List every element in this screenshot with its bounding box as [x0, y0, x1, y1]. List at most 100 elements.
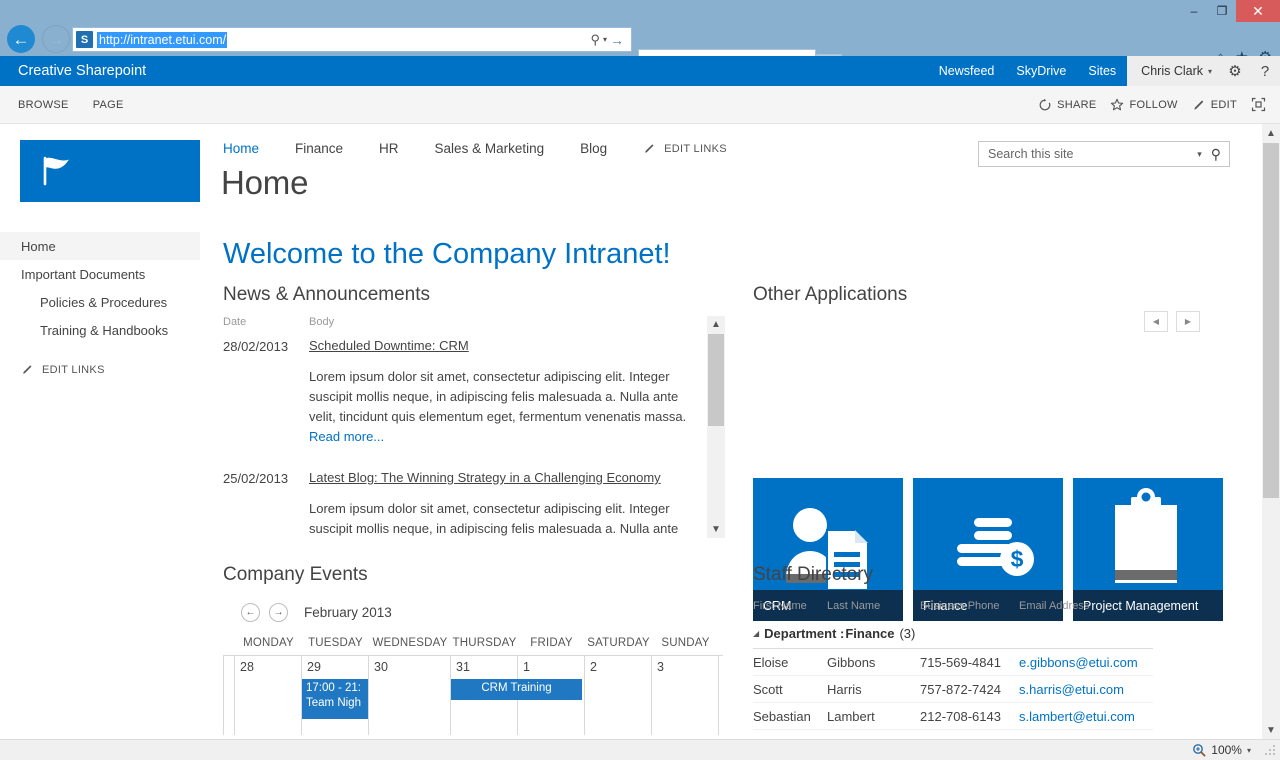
- other-applications-title: Other Applications: [753, 284, 1233, 306]
- zoom-indicator[interactable]: 100% ▾: [1192, 743, 1263, 757]
- table-row[interactable]: Sebastian Lambert 212-708-6143 s.lambert…: [753, 703, 1153, 730]
- forward-button[interactable]: →: [42, 25, 70, 53]
- calendar-cell[interactable]: 2: [585, 656, 652, 735]
- topnav-item-finance[interactable]: Finance: [295, 141, 343, 156]
- topnav-item-hr[interactable]: HR: [379, 141, 399, 156]
- suite-link-sites[interactable]: Sites: [1077, 56, 1127, 86]
- restore-button[interactable]: ❐: [1208, 0, 1236, 22]
- sidebar-item-important-documents[interactable]: Important Documents: [0, 260, 200, 288]
- suite-brand[interactable]: Creative Sharepoint: [0, 63, 146, 79]
- calendar-cell[interactable]: 29 17:00 - 21: Team Nigh: [302, 656, 369, 735]
- staff-email[interactable]: s.harris@etui.com: [1019, 682, 1153, 697]
- follow-button[interactable]: FOLLOW: [1110, 98, 1177, 112]
- news-item-headline[interactable]: Scheduled Downtime: CRM: [309, 338, 469, 353]
- ribbon-tab-page[interactable]: PAGE: [81, 99, 136, 111]
- other-applications-nav: ◀ ▶: [1144, 311, 1200, 332]
- calendar-day-header: WEDNESDAY: [369, 637, 451, 655]
- sidebar-item-home[interactable]: Home: [0, 232, 200, 260]
- suite-link-skydrive[interactable]: SkyDrive: [1005, 56, 1077, 86]
- calendar-event-time: 17:00 - 21:: [306, 681, 364, 696]
- staff-col-email-address[interactable]: Email Address: [1019, 600, 1153, 612]
- search-icon[interactable]: ⚲: [590, 32, 600, 48]
- calendar-cell[interactable]: 30: [369, 656, 451, 735]
- staff-col-business-phone[interactable]: Business Phone: [920, 600, 1019, 612]
- news-scroll-thumb[interactable]: [708, 334, 724, 426]
- staff-first-name: Scott: [753, 682, 827, 697]
- carousel-prev-button[interactable]: ◀: [1144, 311, 1168, 332]
- topnav-item-sales-marketing[interactable]: Sales & Marketing: [435, 141, 545, 156]
- search-input[interactable]: Search this site ▾ ⚲: [978, 141, 1230, 167]
- news-item-date: 28/02/2013: [223, 338, 309, 447]
- calendar-cell[interactable]: 1: [518, 656, 585, 735]
- calendar-day-number: 30: [374, 660, 450, 674]
- edit-button[interactable]: EDIT: [1192, 98, 1237, 112]
- calendar-cell[interactable]: 31 CRM Training: [451, 656, 518, 735]
- scroll-down-icon[interactable]: ▼: [707, 521, 725, 538]
- suite-links: Newsfeed SkyDrive Sites Chris Clark ▾ ⚙ …: [928, 56, 1280, 86]
- sidebar-item-policies-procedures[interactable]: Policies & Procedures: [0, 288, 200, 316]
- topnav-item-home[interactable]: Home: [223, 141, 259, 156]
- calendar-day-number: 29: [307, 660, 368, 674]
- calendar-cell[interactable]: 28: [235, 656, 302, 735]
- staff-directory-webpart: Staff Directory First Name Last Name Bus…: [753, 564, 1233, 730]
- follow-label: FOLLOW: [1129, 99, 1177, 111]
- staff-col-first-name[interactable]: First Name: [753, 600, 827, 612]
- sidebar-item-training-handbooks[interactable]: Training & Handbooks: [0, 316, 200, 344]
- staff-phone: 757-872-7424: [920, 682, 1019, 697]
- staff-group-count: (3): [899, 626, 915, 641]
- focus-on-content-button[interactable]: [1251, 97, 1266, 112]
- topnav-item-blog[interactable]: Blog: [580, 141, 607, 156]
- news-item-headline[interactable]: Latest Blog: The Winning Strategy in a C…: [309, 470, 661, 485]
- user-menu[interactable]: Chris Clark ▾: [1127, 56, 1220, 86]
- page-body: Home Important Documents Policies & Proc…: [0, 124, 1262, 739]
- news-column-headers: Date Body: [223, 316, 725, 338]
- search-icon[interactable]: ⚲: [1211, 146, 1229, 163]
- page-scroll-thumb[interactable]: [1263, 143, 1279, 498]
- calendar-event[interactable]: 17:00 - 21: Team Nigh: [302, 679, 368, 719]
- calendar-day-header: SATURDAY: [585, 637, 652, 655]
- site-logo[interactable]: [20, 140, 200, 202]
- go-arrow-icon[interactable]: →: [610, 32, 624, 48]
- scroll-up-icon[interactable]: ▲: [707, 316, 725, 333]
- back-button[interactable]: ←: [7, 25, 35, 53]
- calendar-day-number: 3: [657, 660, 718, 674]
- news-scrollbar[interactable]: ▲ ▼: [707, 316, 725, 538]
- calendar-cell[interactable]: 3: [652, 656, 719, 735]
- chevron-down-icon[interactable]: ▾: [1197, 149, 1211, 160]
- sidebar-edit-links[interactable]: EDIT LINKS: [0, 363, 200, 376]
- suite-link-newsfeed[interactable]: Newsfeed: [928, 56, 1006, 86]
- settings-gear-icon[interactable]: ⚙: [1220, 56, 1250, 86]
- calendar-day-number: 31: [456, 660, 517, 674]
- carousel-next-button[interactable]: ▶: [1176, 311, 1200, 332]
- staff-email[interactable]: s.lambert@etui.com: [1019, 709, 1153, 724]
- table-row[interactable]: Scott Harris 757-872-7424 s.harris@etui.…: [753, 676, 1153, 703]
- zoom-level: 100%: [1211, 743, 1242, 757]
- chevron-down-icon[interactable]: ▾: [1247, 746, 1251, 755]
- news-col-body: Body: [309, 316, 334, 328]
- scroll-up-icon[interactable]: ▲: [1262, 124, 1280, 142]
- forward-arrow-icon: →: [48, 31, 65, 48]
- minimize-button[interactable]: –: [1180, 0, 1208, 22]
- calendar-prev-button[interactable]: ←: [241, 603, 260, 622]
- edit-label: EDIT: [1211, 99, 1237, 111]
- staff-group-header[interactable]: ◢ Department : Finance (3): [753, 626, 1153, 649]
- page-scrollbar[interactable]: ▲ ▼: [1262, 124, 1280, 739]
- close-button[interactable]: ✕: [1236, 0, 1280, 22]
- ribbon-actions: SHARE FOLLOW EDIT: [1038, 97, 1280, 112]
- scroll-down-icon[interactable]: ▼: [1262, 721, 1280, 739]
- calendar-day-header: SUNDAY: [652, 637, 719, 655]
- topnav-edit-links[interactable]: EDIT LINKS: [643, 142, 727, 155]
- calendar-day-number: 1: [523, 660, 584, 674]
- resize-grip-icon[interactable]: [1263, 743, 1277, 757]
- collapse-caret-icon[interactable]: ◢: [753, 629, 759, 638]
- table-row[interactable]: Eloise Gibbons 715-569-4841 e.gibbons@et…: [753, 649, 1153, 676]
- staff-email[interactable]: e.gibbons@etui.com: [1019, 655, 1153, 670]
- help-icon[interactable]: ?: [1250, 56, 1280, 86]
- share-button[interactable]: SHARE: [1038, 98, 1096, 112]
- staff-col-last-name[interactable]: Last Name: [827, 600, 920, 612]
- calendar-next-button[interactable]: →: [269, 603, 288, 622]
- read-more-link[interactable]: Read more...: [309, 429, 384, 444]
- chevron-down-icon[interactable]: ▾: [603, 35, 607, 44]
- address-bar[interactable]: S http://intranet.etui.com/ ⚲ ▾ →: [72, 27, 632, 52]
- ribbon-tab-browse[interactable]: BROWSE: [0, 99, 81, 111]
